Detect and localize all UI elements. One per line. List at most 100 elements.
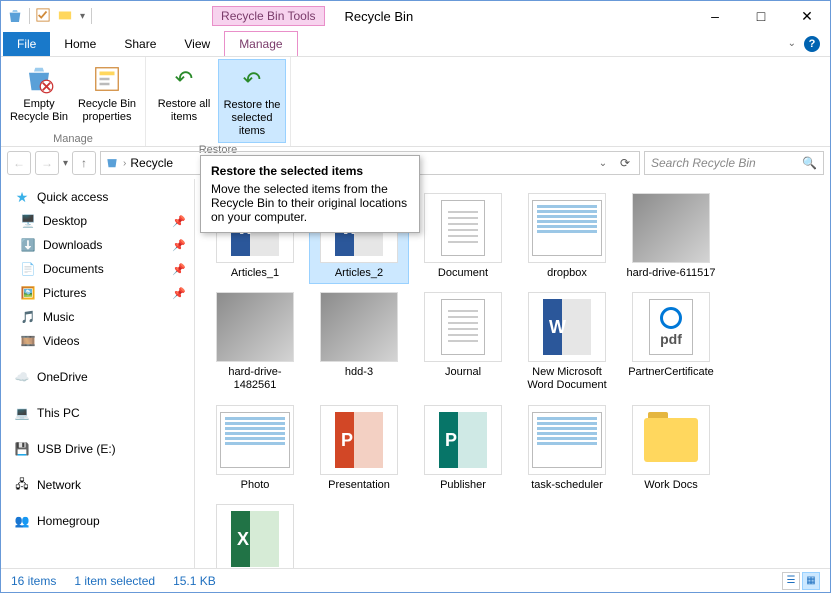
recycle-bin-icon xyxy=(7,8,23,24)
file-thumbnail xyxy=(216,405,294,475)
file-name-label: Presentation xyxy=(328,479,390,492)
file-name-label: Articles_1 xyxy=(231,267,279,280)
view-details-button[interactable]: ☰ xyxy=(782,572,800,590)
ribbon-group-manage-label: Manage xyxy=(53,132,93,146)
search-icon: 🔍 xyxy=(802,156,817,170)
ribbon-body: Empty Recycle Bin Recycle Bin properties… xyxy=(1,57,830,147)
pin-icon: 📌 xyxy=(172,215,186,228)
tab-manage[interactable]: Manage xyxy=(224,31,297,56)
videos-icon: 🎞️ xyxy=(19,334,37,348)
ribbon-collapse-icon[interactable]: ⌄ xyxy=(788,38,796,49)
restore-selected-items-button[interactable]: ↶ Restore the selected items xyxy=(218,59,286,143)
sidebar-item-pictures[interactable]: 🖼️Pictures📌 xyxy=(1,281,194,305)
pc-icon: 💻 xyxy=(13,406,31,420)
file-thumbnail xyxy=(528,405,606,475)
title-bar: ▾ Recycle Bin Tools Recycle Bin – □ ✕ xyxy=(1,1,830,31)
tab-view[interactable]: View xyxy=(170,32,224,56)
nav-history-dropdown[interactable]: ▾ xyxy=(63,158,68,169)
nav-up-button[interactable]: ↑ xyxy=(72,151,96,175)
sidebar-item-onedrive[interactable]: ☁️OneDrive xyxy=(1,365,194,389)
minimize-button[interactable]: – xyxy=(692,1,738,31)
file-item[interactable]: Publisher xyxy=(413,401,513,496)
file-thumbnail xyxy=(424,193,502,263)
sidebar-item-usb-drive[interactable]: 💾USB Drive (E:) xyxy=(1,437,194,461)
tab-file[interactable]: File xyxy=(3,32,50,56)
sidebar-item-downloads[interactable]: ⬇️Downloads📌 xyxy=(1,233,194,257)
file-name-label: hard-drive-1482561 xyxy=(209,366,301,392)
file-thumbnail xyxy=(632,405,710,475)
nav-forward-button[interactable]: → xyxy=(35,151,59,175)
tooltip-title: Restore the selected items xyxy=(211,164,409,178)
file-thumbnail xyxy=(320,292,398,362)
file-item[interactable]: hard-drive-1482561 xyxy=(205,288,305,396)
sidebar-item-network[interactable]: 🖧Network xyxy=(1,473,194,497)
sidebar-item-quick-access[interactable]: ★Quick access xyxy=(1,185,194,209)
file-name-label: PartnerCertificate xyxy=(628,366,714,379)
file-item[interactable]: Presentation xyxy=(309,401,409,496)
file-thumbnail xyxy=(216,504,294,568)
restore-all-items-label: Restore all items xyxy=(152,98,216,124)
help-icon[interactable]: ? xyxy=(804,36,820,52)
breadcrumb[interactable]: Recycle xyxy=(130,156,173,170)
sidebar-item-music[interactable]: 🎵Music xyxy=(1,305,194,329)
recycle-bin-icon xyxy=(105,155,119,172)
sidebar-item-videos[interactable]: 🎞️Videos xyxy=(1,329,194,353)
file-name-label: New Microsoft Word Document xyxy=(521,366,613,392)
qat-save-icon[interactable] xyxy=(36,8,52,24)
refresh-icon[interactable]: ⟳ xyxy=(615,153,635,173)
file-item[interactable]: task-scheduler xyxy=(517,401,617,496)
qat-folder-icon[interactable] xyxy=(58,8,74,24)
file-item[interactable]: Photo xyxy=(205,401,305,496)
file-item[interactable]: Document xyxy=(413,189,513,284)
qat-dropdown-icon[interactable]: ▾ xyxy=(80,11,85,22)
file-item[interactable]: pdfPartnerCertificate xyxy=(621,288,721,396)
restore-all-items-button[interactable]: ↶ Restore all items xyxy=(150,59,218,143)
network-icon: 🖧 xyxy=(13,475,31,496)
pin-icon: 📌 xyxy=(172,287,186,300)
nav-back-button[interactable]: ← xyxy=(7,151,31,175)
sidebar-item-desktop[interactable]: 🖥️Desktop📌 xyxy=(1,209,194,233)
usb-icon: 💾 xyxy=(13,442,31,456)
recycle-bin-properties-button[interactable]: Recycle Bin properties xyxy=(73,59,141,132)
file-item[interactable]: dropbox xyxy=(517,189,617,284)
file-thumbnail xyxy=(424,405,502,475)
file-name-label: hdd-3 xyxy=(345,366,373,379)
file-name-label: Articles_2 xyxy=(335,267,383,280)
close-button[interactable]: ✕ xyxy=(784,1,830,31)
address-dropdown-icon[interactable]: ⌄ xyxy=(593,153,613,173)
file-name-label: Journal xyxy=(445,366,481,379)
file-item[interactable]: hdd-3 xyxy=(309,288,409,396)
file-thumbnail xyxy=(528,292,606,362)
status-item-count: 16 items xyxy=(11,574,56,588)
file-item[interactable]: Work Docs xyxy=(621,401,721,496)
file-item[interactable]: hard-drive-611517 xyxy=(621,189,721,284)
pin-icon: 📌 xyxy=(172,239,186,252)
file-item[interactable]: Worksheet xyxy=(205,500,305,568)
file-item[interactable]: Journal xyxy=(413,288,513,396)
pin-icon: 📌 xyxy=(172,263,186,276)
desktop-icon: 🖥️ xyxy=(19,214,37,228)
sidebar-item-documents[interactable]: 📄Documents📌 xyxy=(1,257,194,281)
tab-home[interactable]: Home xyxy=(50,32,110,56)
ribbon-tabs: File Home Share View Manage ⌄ ? xyxy=(1,31,830,57)
restore-selected-items-label: Restore the selected items xyxy=(221,99,283,139)
tooltip: Restore the selected items Move the sele… xyxy=(200,155,420,233)
search-input[interactable]: Search Recycle Bin 🔍 xyxy=(644,151,824,175)
view-large-icons-button[interactable]: ▦ xyxy=(802,572,820,590)
file-name-label: task-scheduler xyxy=(531,479,603,492)
sidebar-item-homegroup[interactable]: 👥Homegroup xyxy=(1,509,194,533)
file-thumbnail xyxy=(528,193,606,263)
file-list[interactable]: Articles_1Articles_2Documentdropboxhard-… xyxy=(195,179,830,568)
sidebar-item-this-pc[interactable]: 💻This PC xyxy=(1,401,194,425)
tab-share[interactable]: Share xyxy=(110,32,170,56)
file-thumbnail xyxy=(320,405,398,475)
empty-recycle-bin-button[interactable]: Empty Recycle Bin xyxy=(5,59,73,132)
maximize-button[interactable]: □ xyxy=(738,1,784,31)
empty-recycle-bin-label: Empty Recycle Bin xyxy=(7,98,71,124)
file-name-label: Publisher xyxy=(440,479,486,492)
search-placeholder: Search Recycle Bin xyxy=(651,156,756,170)
file-name-label: Work Docs xyxy=(644,479,698,492)
cloud-icon: ☁️ xyxy=(13,370,31,384)
file-item[interactable]: New Microsoft Word Document xyxy=(517,288,617,396)
star-icon: ★ xyxy=(13,189,31,206)
